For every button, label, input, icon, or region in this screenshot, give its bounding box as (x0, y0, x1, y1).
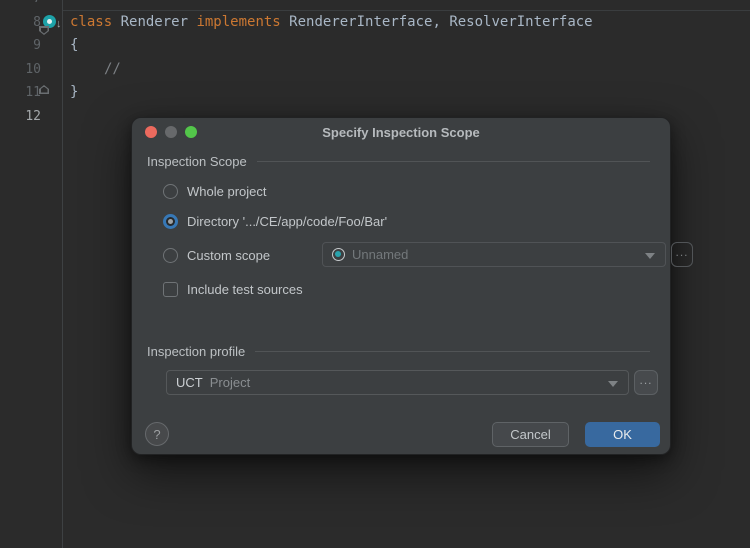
radio-directory[interactable] (163, 214, 178, 229)
scope-section-header: Inspection Scope (147, 154, 247, 169)
code-line-11: } (70, 81, 78, 104)
keyword-class: class (70, 14, 112, 30)
line-number: 11 (0, 81, 41, 104)
section-separator (257, 161, 650, 162)
custom-scope-more-button[interactable]: ... (671, 242, 693, 267)
custom-scope-dropdown[interactable]: Unnamed (322, 242, 666, 267)
profile-prefix-badge: UCT (176, 375, 203, 390)
line-number: 7 (0, 0, 41, 10)
interface-names: RendererInterface, ResolverInterface (281, 14, 593, 30)
radio-custom-scope-label[interactable]: Custom scope (187, 248, 270, 263)
custom-scope-dropdown-value: Unnamed (352, 247, 408, 262)
inspection-profile-dropdown[interactable]: UCT Project (166, 370, 629, 395)
line-number-current: 12 (0, 105, 41, 128)
line-number: 10 (0, 58, 41, 81)
profile-dropdown-value: Project (210, 375, 250, 390)
radio-custom-scope[interactable] (163, 248, 178, 263)
fold-region-end-icon[interactable] (39, 85, 49, 94)
include-test-sources-checkbox[interactable] (163, 282, 178, 297)
dialog-title: Specify Inspection Scope (132, 118, 670, 147)
chevron-down-icon (645, 253, 655, 259)
radio-whole-project[interactable] (163, 184, 178, 199)
cancel-button[interactable]: Cancel (492, 422, 569, 447)
chevron-down-icon (608, 381, 618, 387)
code-line-9: { (70, 34, 78, 57)
radio-directory-label[interactable]: Directory '.../CE/app/code/Foo/Bar' (187, 214, 387, 229)
include-test-sources-label[interactable]: Include test sources (187, 282, 303, 297)
ok-button[interactable]: OK (585, 422, 660, 447)
profile-section-header: Inspection profile (147, 344, 245, 359)
dialog-titlebar[interactable]: Specify Inspection Scope (132, 118, 670, 146)
implements-down-arrow-icon[interactable]: ↓ (56, 13, 62, 36)
keyword-implements: implements (196, 14, 280, 30)
specify-inspection-scope-dialog: Specify Inspection Scope Inspection Scop… (131, 117, 671, 455)
line-number: 9 (0, 34, 41, 57)
section-separator (255, 351, 650, 352)
line-number: 8 (0, 11, 41, 34)
class-name: Renderer (112, 14, 196, 30)
help-button[interactable]: ? (145, 422, 169, 446)
radio-whole-project-label[interactable]: Whole project (187, 184, 266, 199)
profile-more-button[interactable]: ... (634, 370, 658, 395)
code-line-10-comment: // (104, 58, 121, 81)
scope-icon (332, 248, 345, 261)
code-line-8: class Renderer implements RendererInterf… (70, 11, 593, 34)
